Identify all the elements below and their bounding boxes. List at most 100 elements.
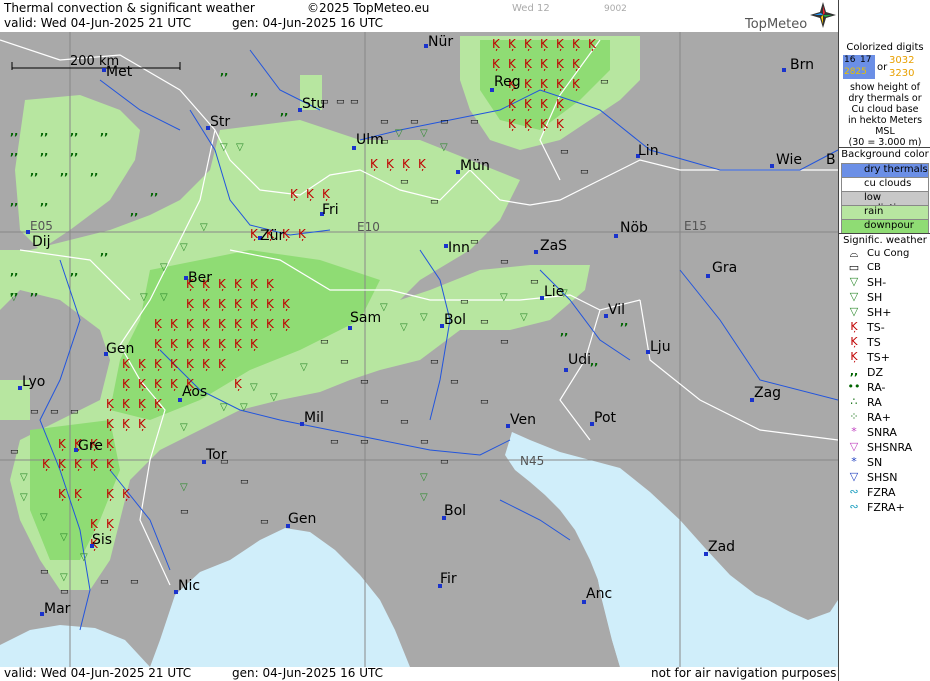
svg-text:▽: ▽ [395,128,403,139]
svg-text:▭: ▭ [180,507,189,517]
svg-text:Ķ: Ķ [540,117,549,131]
svg-text:Ķ: Ķ [74,487,83,501]
thunderstorm-icon: Ķ [850,335,858,348]
legend-sh-light: ▽ SH- [839,275,930,291]
svg-text:▭: ▭ [30,407,39,417]
svg-text:Ķ: Ķ [508,97,517,111]
svg-text:Ķ: Ķ [202,337,211,351]
legend-ra-light: •• RA- [839,380,930,396]
city-label: Ber [188,270,212,286]
legend-digits-orange-1: 3032 [889,55,915,66]
svg-text:Ķ: Ķ [186,317,195,331]
rain-icon: ∴ [850,395,858,408]
svg-text:▽: ▽ [200,222,208,233]
svg-text:Ķ: Ķ [154,357,163,371]
svg-text:Ķ: Ķ [492,37,501,51]
svg-text:Ķ: Ķ [234,277,243,291]
svg-text:Ķ: Ķ [266,297,275,311]
svg-text:Ķ: Ķ [250,297,259,311]
svg-text:▽: ▽ [40,512,48,523]
svg-text:Ķ: Ķ [234,317,243,331]
city-label: Gen [106,341,134,357]
svg-text:Ķ: Ķ [250,277,259,291]
svg-text:Ķ: Ķ [250,227,259,241]
svg-text:▽: ▽ [20,492,28,503]
svg-text:,,: ,, [10,195,18,208]
city-label: Met [106,64,133,80]
svg-text:▭: ▭ [60,587,69,597]
city-label: Lin [638,143,659,159]
svg-text:▭: ▭ [350,97,359,107]
legend-bg-cu-clouds: cu clouds [841,177,929,192]
svg-text:▭: ▭ [500,337,509,347]
svg-text:▭: ▭ [430,197,439,207]
svg-text:▽: ▽ [420,472,428,483]
svg-text:▭: ▭ [340,357,349,367]
svg-text:Ķ: Ķ [250,337,259,351]
svg-text:Ķ: Ķ [282,317,291,331]
svg-text:▭: ▭ [360,377,369,387]
svg-text:▭: ▭ [40,567,49,577]
svg-text:▭: ▭ [400,417,409,427]
svg-text:Ķ: Ķ [122,417,131,431]
svg-text:▭: ▭ [530,277,539,287]
svg-text:▭: ▭ [380,397,389,407]
legend-bg-dry-thermals: dry thermals [841,163,929,178]
city-label: Bol [444,503,466,519]
shower-icon: ▽ [849,290,859,303]
svg-text:▽: ▽ [60,532,68,543]
legend-ts: Ķ TS [839,335,930,351]
svg-text:Ķ: Ķ [524,77,533,91]
svg-text:,,: ,, [40,145,48,158]
svg-text:▭: ▭ [240,477,249,487]
svg-text:Ķ: Ķ [402,157,411,171]
svg-text:Ķ: Ķ [154,377,163,391]
svg-text:,,: ,, [60,165,68,178]
city-label: Ven [510,412,536,428]
valid-time-text: valid: Wed 04-Jun-2025 21 UTC [4,16,192,30]
faint-code-text: 9002 [604,4,627,14]
svg-text:Ķ: Ķ [556,117,565,131]
svg-text:Ķ: Ķ [556,97,565,111]
svg-text:▽: ▽ [220,402,228,413]
svg-text:Ķ: Ķ [58,457,67,471]
svg-text:Ķ: Ķ [322,187,331,201]
svg-text:▭: ▭ [440,457,449,467]
svg-text:,,: ,, [10,145,18,158]
city-label: Bol [444,312,466,328]
svg-text:Ķ: Ķ [170,337,179,351]
footer-disclaimer-text: not for air navigation purposes [651,666,837,680]
city-label: Mar [44,601,71,617]
shower-heavy-icon: ▽ [849,305,859,318]
svg-text:,,: ,, [10,125,18,138]
snow-rain-icon: * [851,425,857,438]
city-label: Anc [586,586,612,602]
city-label: Sis [92,532,112,548]
city-label: Gre [78,438,103,454]
city-label: Sam [350,310,381,326]
svg-text:Ķ: Ķ [138,397,147,411]
svg-text:Ķ: Ķ [154,317,163,331]
legend-shsnra: ▽ SHSNRA [839,440,930,456]
shower-snow-icon: ▽ [849,470,859,483]
svg-text:Ķ: Ķ [42,457,51,471]
svg-text:Ķ: Ķ [266,317,275,331]
svg-text:Ķ: Ķ [556,77,565,91]
city-label: Reg [494,74,521,90]
svg-text:,,: ,, [40,195,48,208]
svg-text:Ķ: Ķ [58,487,67,501]
svg-text:Ķ: Ķ [218,317,227,331]
svg-text:Ķ: Ķ [508,117,517,131]
svg-text:▭: ▭ [50,407,59,417]
svg-text:▽: ▽ [160,292,168,303]
weather-map[interactable]: E05 E10 E15 N45 ĶĶĶĶĶĶĶ ĶĶĶĶĶĶ ĶĶĶĶĶ ĶĶĶ… [0,32,838,667]
cb-icon: ▭ [848,261,860,274]
svg-text:Ķ: Ķ [540,97,549,111]
svg-text:Ķ: Ķ [106,437,115,451]
svg-text:▭: ▭ [460,297,469,307]
svg-text:Ķ: Ķ [234,377,243,391]
city-label: Fir [440,571,457,587]
svg-text:Ķ: Ķ [524,57,533,71]
svg-text:Ķ: Ķ [218,297,227,311]
svg-text:,,: ,, [10,285,18,298]
